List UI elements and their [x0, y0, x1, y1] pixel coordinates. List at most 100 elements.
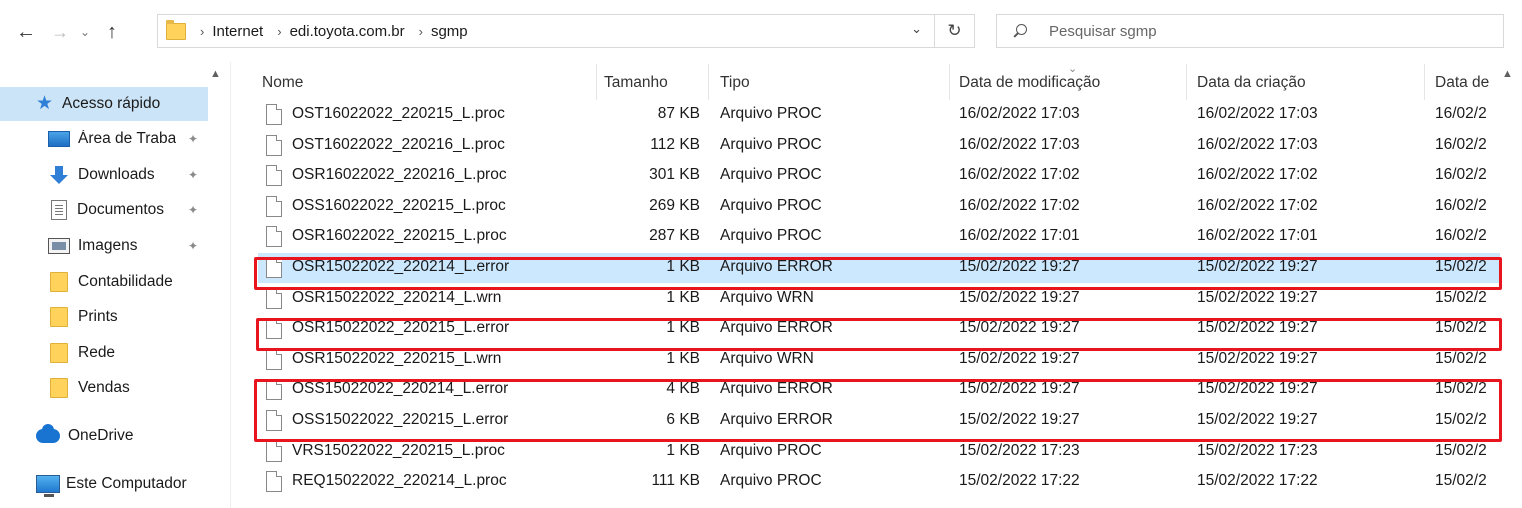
breadcrumb-internet[interactable]: Internet: [212, 23, 263, 40]
file-modified: 15/02/2022 19:27: [959, 319, 1080, 337]
sidebar-item-rede[interactable]: Rede: [0, 336, 208, 370]
column-header-modified[interactable]: Data de modificação: [959, 74, 1100, 92]
table-row[interactable]: OST16022022_220216_L.proc 112 KB Arquivo P…: [258, 131, 1500, 161]
file-name: OSS15022022_220214_L.error: [292, 380, 509, 398]
file-size: 6 KB: [666, 411, 700, 428]
sidebar-item-documentos[interactable]: Documentos ✦: [0, 193, 208, 227]
table-row[interactable]: OSR15022022_220215_L.wrn 1 KB Arquivo WRN 1…: [258, 345, 1500, 375]
table-row[interactable]: OSS16022022_220215_L.proc 269 KB Arquivo P…: [258, 192, 1500, 222]
file-icon: [266, 287, 282, 309]
file-name: OSS16022022_220215_L.proc: [292, 196, 506, 214]
desktop-icon: [48, 131, 70, 147]
sidebar-item-contabilidade[interactable]: Contabilidade: [0, 265, 208, 299]
column-divider[interactable]: [596, 64, 597, 100]
arrow-up-icon[interactable]: ↑: [98, 18, 126, 46]
file-name: OSR15022022_220214_L.wrn: [292, 288, 502, 306]
column-divider[interactable]: [708, 64, 709, 100]
pane-divider[interactable]: [230, 62, 231, 508]
column-divider[interactable]: [1424, 64, 1425, 100]
chevron-right-icon[interactable]: ›: [419, 24, 423, 39]
sidebar-item-label: Documentos: [77, 201, 165, 218]
breadcrumb-sgmp[interactable]: sgmp: [431, 23, 468, 40]
file-size: 1 KB: [666, 258, 700, 275]
file-size: 287 KB: [649, 227, 700, 245]
file-other-date: 15/02/2: [1435, 349, 1487, 367]
column-header-size[interactable]: Tamanho: [604, 74, 668, 92]
search-input[interactable]: Pesquisar sgmp: [1049, 23, 1157, 40]
sidebar-item-onedrive[interactable]: OneDrive: [0, 419, 208, 453]
file-icon: [266, 226, 282, 248]
file-created: 16/02/2022 17:03: [1197, 135, 1318, 153]
search-box[interactable]: Pesquisar sgmp: [996, 14, 1504, 48]
arrow-left-icon[interactable]: ←: [12, 18, 40, 46]
navigation-pane: ▲ ★ Acesso rápido Área de Traba ✦ Downlo…: [0, 62, 230, 508]
table-row[interactable]: OSS15022022_220214_L.error 4 KB Arquivo ER…: [258, 375, 1500, 405]
column-divider[interactable]: [949, 64, 950, 100]
file-name: VRS15022022_220215_L.proc: [292, 441, 505, 459]
file-other-date: 16/02/2: [1435, 105, 1487, 122]
file-type: Arquivo PROC: [720, 441, 822, 459]
sidebar-item-area-de-trabalho[interactable]: Área de Traba ✦: [0, 122, 208, 156]
file-icon: [266, 410, 282, 431]
table-row[interactable]: OSR15022022_220214_L.error 1 KB Arquivo ER…: [258, 253, 1500, 283]
chevron-down-icon[interactable]: ⌄: [911, 21, 922, 37]
column-header-type[interactable]: Tipo: [720, 74, 750, 92]
file-size: 4 KB: [666, 380, 700, 398]
sidebar-item-label: Vendas: [78, 379, 130, 396]
sidebar-item-label: OneDrive: [68, 427, 134, 444]
file-other-date: 16/02/2: [1435, 166, 1487, 184]
table-row[interactable]: VRS15022022_220215_L.proc 1 KB Arquivo PRO…: [258, 437, 1500, 467]
pin-icon: ✦: [187, 239, 198, 253]
column-header-name[interactable]: Nome: [262, 74, 303, 92]
scroll-up-icon[interactable]: ▲: [1502, 68, 1513, 80]
refresh-icon[interactable]: ↻: [935, 14, 975, 48]
table-row[interactable]: OSR16022022_220216_L.proc 301 KB Arquivo P…: [258, 161, 1500, 191]
file-type: Arquivo PROC: [720, 472, 822, 490]
sidebar-item-label: Downloads: [78, 166, 155, 183]
sidebar-item-downloads[interactable]: Downloads ✦: [0, 158, 208, 192]
sidebar-item-imagens[interactable]: Imagens ✦: [0, 229, 208, 263]
file-created: 15/02/2022 17:22: [1197, 472, 1318, 490]
column-divider[interactable]: [1186, 64, 1187, 100]
sidebar-item-label: Este Computador: [66, 475, 187, 492]
file-name: OSR15022022_220214_L.error: [292, 258, 510, 275]
sidebar-item-prints[interactable]: Prints: [0, 300, 208, 334]
search-icon: [1013, 24, 1027, 38]
table-row[interactable]: OSR15022022_220215_L.error 1 KB Arquivo ER…: [258, 314, 1500, 344]
arrow-right-icon[interactable]: →: [48, 18, 72, 46]
folder-icon: [50, 272, 68, 292]
table-row[interactable]: OSR15022022_220214_L.wrn 1 KB Arquivo WRN 1…: [258, 284, 1500, 314]
chevron-down-icon[interactable]: ⌄: [74, 18, 96, 46]
table-row[interactable]: OST16022022_220215_L.proc 87 KB Arquivo PR…: [258, 100, 1500, 130]
file-created: 16/02/2022 17:03: [1197, 105, 1318, 122]
file-other-date: 16/02/2: [1435, 227, 1487, 245]
file-created: 15/02/2022 19:27: [1197, 349, 1318, 367]
chevron-right-icon[interactable]: ›: [200, 24, 204, 39]
breadcrumb-host[interactable]: edi.toyota.com.br: [290, 23, 405, 40]
file-type: Arquivo ERROR: [720, 411, 833, 428]
file-name: OSR16022022_220215_L.proc: [292, 227, 507, 245]
file-icon: [266, 379, 282, 401]
document-icon: [51, 200, 67, 220]
star-icon: ★: [36, 93, 54, 114]
file-icon: [266, 165, 282, 187]
file-created: 15/02/2022 19:27: [1197, 411, 1318, 428]
scroll-up-icon[interactable]: ▲: [210, 68, 221, 80]
address-bar[interactable]: › Internet › edi.toyota.com.br › sgmp ⌄: [157, 14, 935, 48]
column-header-created[interactable]: Data da criação: [1197, 74, 1306, 92]
sidebar-item-vendas[interactable]: Vendas: [0, 371, 208, 405]
chevron-right-icon[interactable]: ›: [277, 24, 281, 39]
file-icon: [266, 134, 282, 156]
sidebar-item-este-computador[interactable]: Este Computador: [0, 467, 208, 501]
sidebar-item-acesso-rapido[interactable]: ★ Acesso rápido: [0, 87, 208, 121]
file-other-date: 15/02/2: [1435, 441, 1487, 459]
file-modified: 15/02/2022 19:27: [959, 288, 1080, 306]
sidebar-item-label: Acesso rápido: [62, 95, 161, 112]
file-type: Arquivo WRN: [720, 288, 814, 306]
table-row[interactable]: OSR16022022_220215_L.proc 287 KB Arquivo P…: [258, 222, 1500, 252]
file-name: OSR16022022_220216_L.proc: [292, 166, 507, 184]
table-row[interactable]: OSS15022022_220215_L.error 6 KB Arquivo ER…: [258, 406, 1500, 436]
table-row[interactable]: REQ15022022_220214_L.proc 111 KB Arquivo P…: [258, 467, 1500, 497]
file-icon: [266, 257, 282, 278]
column-header-other[interactable]: Data de: [1435, 74, 1489, 92]
